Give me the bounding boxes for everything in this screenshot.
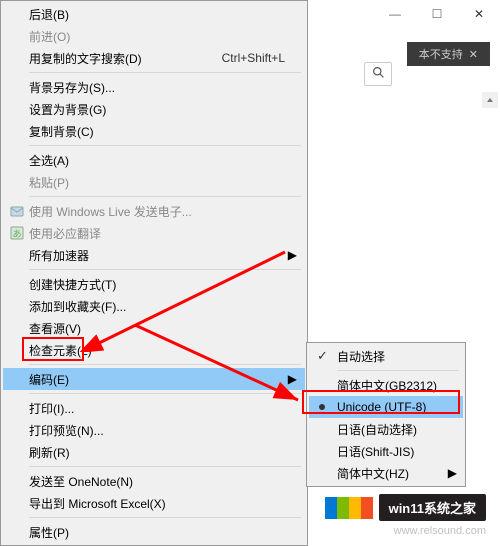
browser-tab[interactable]: 本不支持 ✕: [407, 42, 490, 66]
menu-text-search[interactable]: 用复制的文字搜索(D)Ctrl+Shift+L: [3, 47, 305, 69]
maximize-button[interactable]: ☐: [416, 0, 458, 28]
encoding-submenu: ✓ 自动选择 简体中文(GB2312) Unicode (UTF-8) 日语(自…: [306, 342, 466, 487]
separator: [29, 145, 301, 146]
menu-paste: 粘贴(P): [3, 171, 305, 193]
submenu-shift-jis[interactable]: 日语(Shift-JIS): [309, 440, 463, 462]
submenu-hz[interactable]: 简体中文(HZ)▶: [309, 462, 463, 484]
menu-windows-live: 使用 Windows Live 发送电子...: [3, 200, 305, 222]
search-box[interactable]: [364, 62, 392, 86]
menu-save-bg-as[interactable]: 背景另存为(S)...: [3, 76, 305, 98]
separator: [29, 269, 301, 270]
separator: [29, 196, 301, 197]
separator: [337, 370, 459, 371]
menu-refresh[interactable]: 刷新(R): [3, 441, 305, 463]
check-icon: ✓: [317, 348, 328, 364]
separator: [29, 393, 301, 394]
submenu-gb2312[interactable]: 简体中文(GB2312): [309, 374, 463, 396]
submenu-utf8[interactable]: Unicode (UTF-8): [309, 396, 463, 418]
watermark-text: win11系统之家: [379, 494, 486, 521]
submenu-arrow-icon: ▶: [288, 248, 297, 262]
watermark-logo-icon: [325, 497, 373, 519]
scroll-up-icon[interactable]: [482, 92, 498, 108]
menu-back[interactable]: 后退(B): [3, 3, 305, 25]
scrollbar[interactable]: [482, 92, 498, 272]
translate-icon: あ: [9, 225, 25, 241]
shortcut-text: Ctrl+Shift+L: [222, 51, 285, 65]
tab-label: 本不支持: [419, 46, 463, 62]
separator: [29, 72, 301, 73]
submenu-auto-select[interactable]: ✓ 自动选择: [309, 345, 463, 367]
submenu-arrow-icon: ▶: [448, 466, 457, 480]
mail-icon: [9, 203, 25, 219]
menu-inspect-element[interactable]: 检查元素(L): [3, 339, 305, 361]
menu-print-preview[interactable]: 打印预览(N)...: [3, 419, 305, 441]
window-titlebar: — ☐ ✕: [306, 0, 500, 30]
menu-bing-translate: あ 使用必应翻译: [3, 222, 305, 244]
menu-copy-bg[interactable]: 复制背景(C): [3, 120, 305, 142]
context-menu: 后退(B) 前进(O) 用复制的文字搜索(D)Ctrl+Shift+L 背景另存…: [0, 0, 308, 546]
tab-close-icon[interactable]: ✕: [469, 48, 478, 61]
svg-text:あ: あ: [12, 229, 21, 239]
separator: [29, 466, 301, 467]
menu-add-to-favorites[interactable]: 添加到收藏夹(F)...: [3, 295, 305, 317]
menu-view-source[interactable]: 查看源(V): [3, 317, 305, 339]
menu-forward: 前进(O): [3, 25, 305, 47]
bullet-icon: [319, 404, 325, 410]
background-window: — ☐ ✕ 本不支持 ✕: [305, 0, 500, 280]
menu-set-as-bg[interactable]: 设置为背景(G): [3, 98, 305, 120]
search-icon: [372, 66, 385, 82]
watermark: win11系统之家 www.relsound.com: [0, 484, 500, 539]
menu-create-shortcut[interactable]: 创建快捷方式(T): [3, 273, 305, 295]
menu-print[interactable]: 打印(I)...: [3, 397, 305, 419]
close-button[interactable]: ✕: [458, 0, 500, 28]
watermark-url: www.relsound.com: [394, 525, 486, 537]
submenu-arrow-icon: ▶: [288, 372, 297, 386]
minimize-button[interactable]: —: [374, 0, 416, 28]
menu-select-all[interactable]: 全选(A): [3, 149, 305, 171]
watermark-badge: win11系统之家: [325, 494, 486, 521]
menu-encoding[interactable]: 编码(E)▶: [3, 368, 305, 390]
menu-all-accelerators[interactable]: 所有加速器▶: [3, 244, 305, 266]
submenu-japanese-auto[interactable]: 日语(自动选择): [309, 418, 463, 440]
separator: [29, 364, 301, 365]
